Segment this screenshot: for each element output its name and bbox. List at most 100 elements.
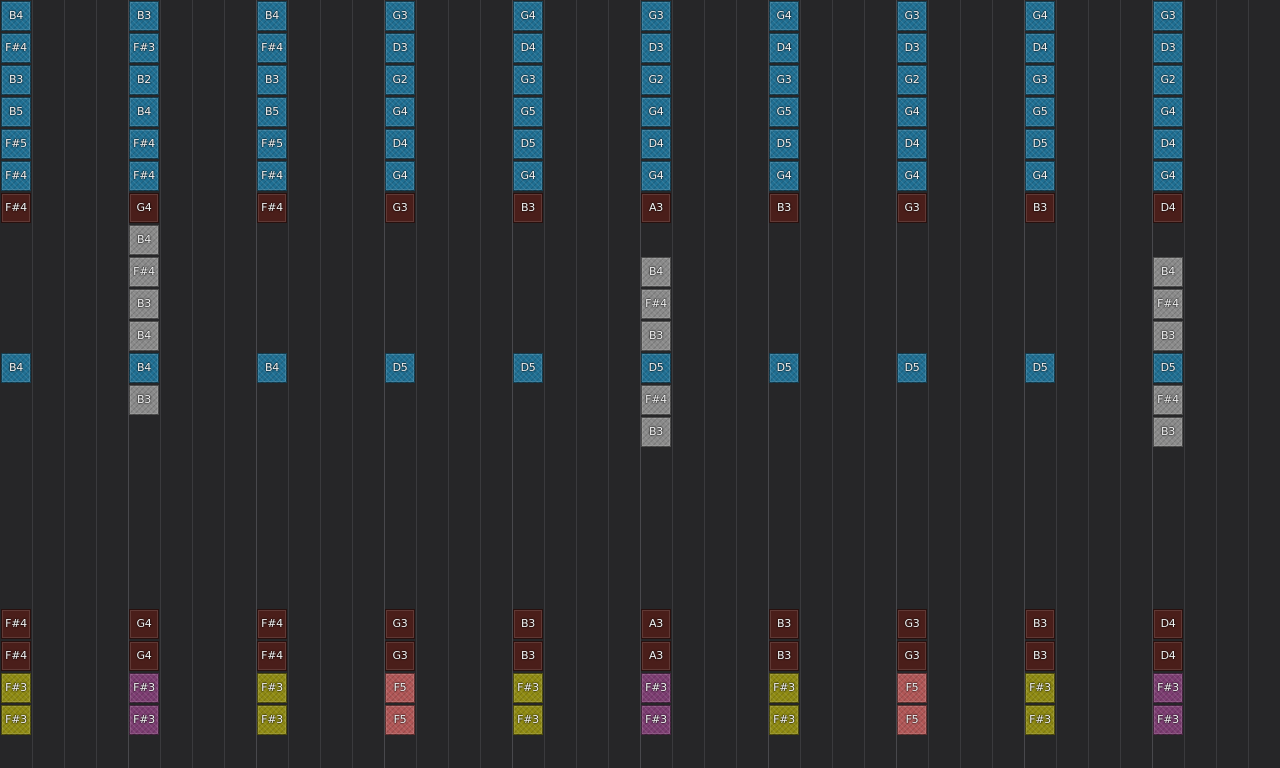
note-block[interactable]: F#3 [513, 673, 543, 703]
note-block[interactable]: G2 [1153, 65, 1183, 95]
note-block[interactable]: F#3 [1025, 705, 1055, 735]
note-block[interactable]: B4 [641, 257, 671, 287]
note-block[interactable]: G4 [129, 193, 159, 223]
note-block[interactable]: B3 [769, 641, 799, 671]
note-block[interactable]: G5 [513, 97, 543, 127]
note-block[interactable]: B5 [1, 97, 31, 127]
note-block[interactable]: F#5 [1, 129, 31, 159]
note-block[interactable]: F#4 [1, 641, 31, 671]
note-block[interactable]: B3 [513, 641, 543, 671]
note-block[interactable]: G4 [513, 1, 543, 31]
note-block[interactable]: G5 [1025, 97, 1055, 127]
note-block[interactable]: G4 [129, 641, 159, 671]
note-block[interactable]: F#4 [129, 161, 159, 191]
note-block[interactable]: G2 [897, 65, 927, 95]
note-block[interactable]: D5 [897, 353, 927, 383]
note-block[interactable]: G4 [1025, 1, 1055, 31]
note-block[interactable]: F#3 [769, 673, 799, 703]
note-block[interactable]: D4 [385, 129, 415, 159]
note-block[interactable]: B4 [129, 225, 159, 255]
note-block[interactable]: F#4 [1, 609, 31, 639]
note-block[interactable]: D4 [769, 33, 799, 63]
note-block[interactable]: F#3 [1153, 673, 1183, 703]
note-block[interactable]: B3 [641, 417, 671, 447]
note-block[interactable]: B5 [257, 97, 287, 127]
note-block[interactable]: B3 [129, 1, 159, 31]
note-block[interactable]: F#4 [257, 193, 287, 223]
note-block[interactable]: F5 [385, 705, 415, 735]
note-block[interactable]: D5 [513, 353, 543, 383]
note-block[interactable]: G3 [769, 65, 799, 95]
note-block[interactable]: F#3 [129, 673, 159, 703]
note-block[interactable]: D4 [1153, 193, 1183, 223]
note-block[interactable]: F#4 [257, 161, 287, 191]
note-block[interactable]: D4 [513, 33, 543, 63]
note-block[interactable]: G4 [513, 161, 543, 191]
note-block[interactable]: G4 [641, 161, 671, 191]
note-block[interactable]: F#4 [129, 257, 159, 287]
note-block[interactable]: D5 [385, 353, 415, 383]
note-block[interactable]: D5 [513, 129, 543, 159]
note-block[interactable]: D4 [1153, 641, 1183, 671]
note-block[interactable]: F#4 [641, 289, 671, 319]
note-block[interactable]: D4 [1153, 129, 1183, 159]
note-block[interactable]: G4 [385, 161, 415, 191]
note-block[interactable]: G4 [1153, 161, 1183, 191]
note-block[interactable]: F5 [897, 705, 927, 735]
note-block[interactable]: G3 [385, 193, 415, 223]
note-block[interactable]: D5 [641, 353, 671, 383]
note-block[interactable]: F#3 [1, 705, 31, 735]
note-block[interactable]: A3 [641, 641, 671, 671]
note-block[interactable]: F5 [897, 673, 927, 703]
note-block[interactable]: G3 [513, 65, 543, 95]
note-block[interactable]: A3 [641, 609, 671, 639]
note-block[interactable]: B4 [1153, 257, 1183, 287]
note-block[interactable]: G3 [897, 193, 927, 223]
note-block[interactable]: D5 [769, 129, 799, 159]
note-block[interactable]: D4 [1153, 609, 1183, 639]
note-block[interactable]: F#4 [257, 33, 287, 63]
note-block[interactable]: G3 [385, 609, 415, 639]
note-block[interactable]: B4 [257, 1, 287, 31]
note-block[interactable]: B3 [129, 385, 159, 415]
note-block[interactable]: B3 [769, 193, 799, 223]
note-block[interactable]: D5 [1025, 353, 1055, 383]
note-block[interactable]: B4 [129, 353, 159, 383]
note-block[interactable]: F#3 [129, 705, 159, 735]
note-block[interactable]: B4 [129, 321, 159, 351]
note-block[interactable]: G3 [385, 1, 415, 31]
note-block[interactable]: B3 [513, 609, 543, 639]
note-block[interactable]: F#5 [257, 129, 287, 159]
note-block[interactable]: F#3 [257, 705, 287, 735]
note-block[interactable]: F#3 [1, 673, 31, 703]
note-block[interactable]: D3 [1153, 33, 1183, 63]
note-block[interactable]: F#4 [1153, 385, 1183, 415]
note-block[interactable]: G3 [897, 1, 927, 31]
note-block[interactable]: F#3 [769, 705, 799, 735]
note-block[interactable]: G4 [897, 161, 927, 191]
note-block[interactable]: B4 [257, 353, 287, 383]
sequencer-grid[interactable]: B4 F#4 B3 B5 F#5 F#4 F#4 B4 F#4 F#4 F#3 F#3 B3 F#3 B2 B… [0, 0, 1280, 768]
note-block[interactable]: F#4 [641, 385, 671, 415]
note-block[interactable]: G3 [897, 641, 927, 671]
note-block[interactable]: G4 [385, 97, 415, 127]
note-block[interactable]: G2 [641, 65, 671, 95]
note-block[interactable]: G4 [1025, 161, 1055, 191]
note-block[interactable]: B3 [1, 65, 31, 95]
note-block[interactable]: F#4 [1153, 289, 1183, 319]
note-block[interactable]: B4 [1, 353, 31, 383]
note-block[interactable]: F#4 [257, 641, 287, 671]
note-block[interactable]: F#4 [129, 129, 159, 159]
note-block[interactable]: B3 [1153, 321, 1183, 351]
note-block[interactable]: B4 [1, 1, 31, 31]
note-block[interactable]: B3 [1025, 641, 1055, 671]
note-block[interactable]: D4 [897, 129, 927, 159]
note-block[interactable]: G4 [769, 1, 799, 31]
note-block[interactable]: F#4 [1, 33, 31, 63]
note-block[interactable]: B3 [1025, 609, 1055, 639]
note-block[interactable]: D4 [641, 129, 671, 159]
note-block[interactable]: G3 [385, 641, 415, 671]
note-block[interactable]: F#3 [257, 673, 287, 703]
note-block[interactable]: F#4 [1, 161, 31, 191]
note-block[interactable]: D3 [897, 33, 927, 63]
